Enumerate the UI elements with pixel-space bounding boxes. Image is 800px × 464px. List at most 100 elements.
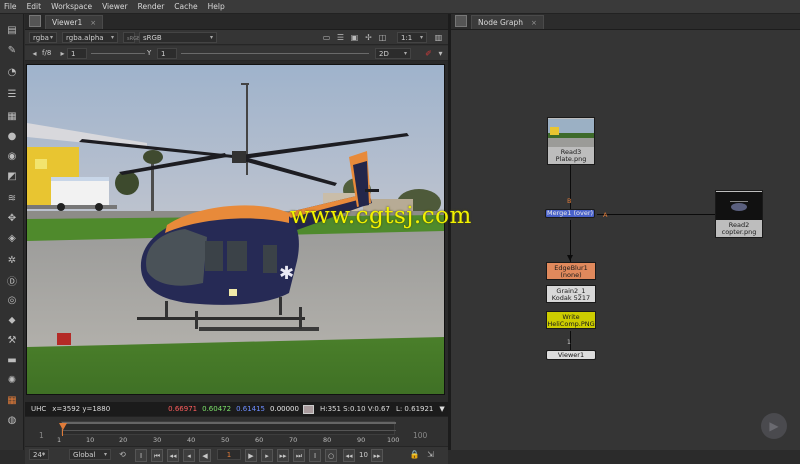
menu-render[interactable]: Render <box>138 2 165 11</box>
tab-label: Node Graph <box>478 18 523 27</box>
prev-frame-button[interactable]: ◂ <box>183 449 195 462</box>
edge-arrow-icon <box>567 255 573 261</box>
tab-viewer1[interactable]: Viewer1 × <box>45 15 104 29</box>
gamma-field[interactable]: 1 <box>157 48 177 59</box>
play-overlay-icon[interactable]: ▶ <box>761 413 787 439</box>
skip-back-increment-button[interactable]: ◂◂ <box>343 449 355 462</box>
other-nodes-icon[interactable]: ▬ <box>4 352 20 368</box>
timeline-track[interactable] <box>61 421 396 435</box>
node-grain2-1[interactable]: Grain2_1 Kodak 5217 <box>546 285 596 303</box>
input-a-label: A <box>603 211 608 219</box>
current-frame-field[interactable]: 1 <box>217 449 241 460</box>
channel-nodes-icon[interactable]: ☰ <box>4 86 20 102</box>
playback-range-icon[interactable]: ⇲ <box>425 449 436 460</box>
last-frame-button[interactable]: I <box>309 449 321 462</box>
gallery-nodes-icon[interactable]: ▦ <box>4 392 20 408</box>
furnace-nodes-icon[interactable]: ✺ <box>4 372 20 388</box>
menu-help[interactable]: Help <box>208 2 225 11</box>
node-read3[interactable]: Read3 Plate.png <box>547 117 595 165</box>
info-menu-icon[interactable]: ▼ <box>439 405 444 413</box>
viewport[interactable]: ✱ <box>25 61 448 402</box>
display-icon[interactable]: ▭ <box>321 32 332 43</box>
metadata-nodes-icon[interactable]: ⬥ <box>4 312 20 328</box>
viewer-controls-row: rgba ▾ rgba.alpha ▾ sRGB sRGB ▾ ▭ ☰ ▣ ✢ ◫ 1… <box>25 30 448 45</box>
prev-keyframe-button[interactable]: ◂◂ <box>167 449 179 462</box>
node-edgeblur1[interactable]: EdgeBlur1 (none) <box>546 262 596 280</box>
alpha-channel-dropdown[interactable]: rgba.alpha ▾ <box>62 32 118 43</box>
skip-back-button[interactable]: ⏮ <box>151 449 163 462</box>
fstop-label: f/8 <box>42 49 52 57</box>
loop-mode-icon[interactable]: ⟲ <box>117 449 128 460</box>
playhead-icon[interactable] <box>59 423 67 430</box>
row-menu-icon[interactable]: ▾ <box>435 48 446 59</box>
layers-icon[interactable]: ≋ <box>4 190 20 206</box>
nodes-toolbar: ▤ ✎ ◔ ☰ ▦ ● ◉ ◩ ≋ ✥ ◈ ✲ Ⓓ ◎ ⬥ ⚒ ▬ ✺ ▦ ◍ <box>0 14 24 450</box>
guides-icon[interactable]: ☰ <box>335 32 346 43</box>
node-viewer1[interactable]: Viewer1 <box>546 350 596 360</box>
panel-menu-icon[interactable] <box>29 15 41 27</box>
next-frame-button[interactable]: ▸ <box>261 449 273 462</box>
channels-dropdown[interactable]: rgba ▾ <box>29 32 57 43</box>
timeline-ticks: 1 10 20 30 40 50 60 70 80 90 100 <box>57 436 400 444</box>
gain-field[interactable]: 1 <box>67 48 87 59</box>
timeline-end: 100 <box>413 431 428 440</box>
fps-dropdown[interactable]: 24* ▾ <box>29 449 49 460</box>
loop-button[interactable]: ○ <box>325 449 337 462</box>
time-nodes-icon[interactable]: ◔ <box>4 64 20 80</box>
close-icon[interactable]: × <box>90 19 96 27</box>
hsv-values: H:351 S:0.10 V:0.67 <box>319 405 390 413</box>
green-value: 0.60472 <box>202 405 232 413</box>
panel-menu-icon[interactable] <box>455 15 467 27</box>
3d-nodes-icon[interactable]: ◈ <box>4 230 20 246</box>
menu-file[interactable]: File <box>4 2 17 11</box>
gain-slider[interactable] <box>91 53 145 54</box>
menu-viewer[interactable]: Viewer <box>102 2 128 11</box>
ofx-nodes-icon[interactable]: ◍ <box>4 412 20 428</box>
roi-icon[interactable]: ✢ <box>363 32 374 43</box>
clip-warning-icon[interactable]: ◫ <box>377 32 388 43</box>
view-mode-dropdown[interactable]: 2D ▾ <box>375 48 411 59</box>
zoom-dropdown[interactable]: 1:1 ▾ <box>397 32 427 43</box>
node-write[interactable]: Write HeliComp.PNG <box>546 311 596 329</box>
keyer-nodes-icon[interactable]: ◉ <box>4 148 20 164</box>
timeline[interactable]: 1 1 10 20 30 40 50 60 70 80 90 100 100 <box>25 416 448 446</box>
menu-workspace[interactable]: Workspace <box>51 2 92 11</box>
play-backward-button[interactable]: ◀ <box>199 449 211 462</box>
fstop-arrow-icon[interactable]: ◂ <box>29 48 40 59</box>
menu-cache[interactable]: Cache <box>174 2 197 11</box>
node-merge1[interactable]: Merge1 (over) <box>545 209 595 218</box>
node-read2[interactable]: Read2 copter.png <box>715 190 763 238</box>
merge-nodes-icon[interactable]: ◩ <box>4 168 20 184</box>
exposure-controls-row: ◂ f/8 ▸ 1 Y 1 2D ▾ ✐ ▾ <box>25 46 448 61</box>
close-icon[interactable]: × <box>531 19 537 27</box>
filter-nodes-icon[interactable]: ● <box>4 128 20 144</box>
color-nodes-icon[interactable]: ▦ <box>4 108 20 124</box>
menu-edit[interactable]: Edit <box>27 2 42 11</box>
play-forward-button[interactable]: ▶ <box>245 449 257 462</box>
color-picker-icon[interactable]: ✐ <box>423 48 434 59</box>
views-nodes-icon[interactable]: ◎ <box>4 292 20 308</box>
colorspace-dropdown[interactable]: sRGB ▾ <box>139 32 217 43</box>
tab-node-graph[interactable]: Node Graph × <box>471 15 544 29</box>
proxy-icon[interactable]: ▥ <box>433 32 444 43</box>
toolsets-icon[interactable]: ⚒ <box>4 332 20 348</box>
image-nodes-icon[interactable]: ▤ <box>4 22 20 38</box>
skip-increment[interactable]: 10 <box>359 451 368 459</box>
read2-thumbnail <box>716 192 762 220</box>
frame-range-dropdown[interactable]: Global ▾ <box>69 449 111 460</box>
edge-read2-merge <box>597 214 715 215</box>
transform-nodes-icon[interactable]: ✥ <box>4 210 20 226</box>
node-graph-panel[interactable]: Node Graph × B A 1 Read3 Plate.png Merge… <box>451 14 800 450</box>
gamma-slider[interactable] <box>181 53 369 54</box>
deep-nodes-icon[interactable]: Ⓓ <box>4 272 20 288</box>
next-keyframe-button[interactable]: ▸▸ <box>277 449 289 462</box>
lock-icon[interactable]: 🔒 <box>409 449 420 460</box>
draw-nodes-icon[interactable]: ✎ <box>4 42 20 58</box>
blue-value: 0.61415 <box>236 405 266 413</box>
skip-forward-increment-button[interactable]: ▸▸ <box>371 449 383 462</box>
gamma-label: Y <box>147 49 152 57</box>
mask-icon[interactable]: ▣ <box>349 32 360 43</box>
first-frame-button[interactable]: I <box>135 449 147 462</box>
skip-forward-button[interactable]: ⏭ <box>293 449 305 462</box>
particles-nodes-icon[interactable]: ✲ <box>4 252 20 268</box>
